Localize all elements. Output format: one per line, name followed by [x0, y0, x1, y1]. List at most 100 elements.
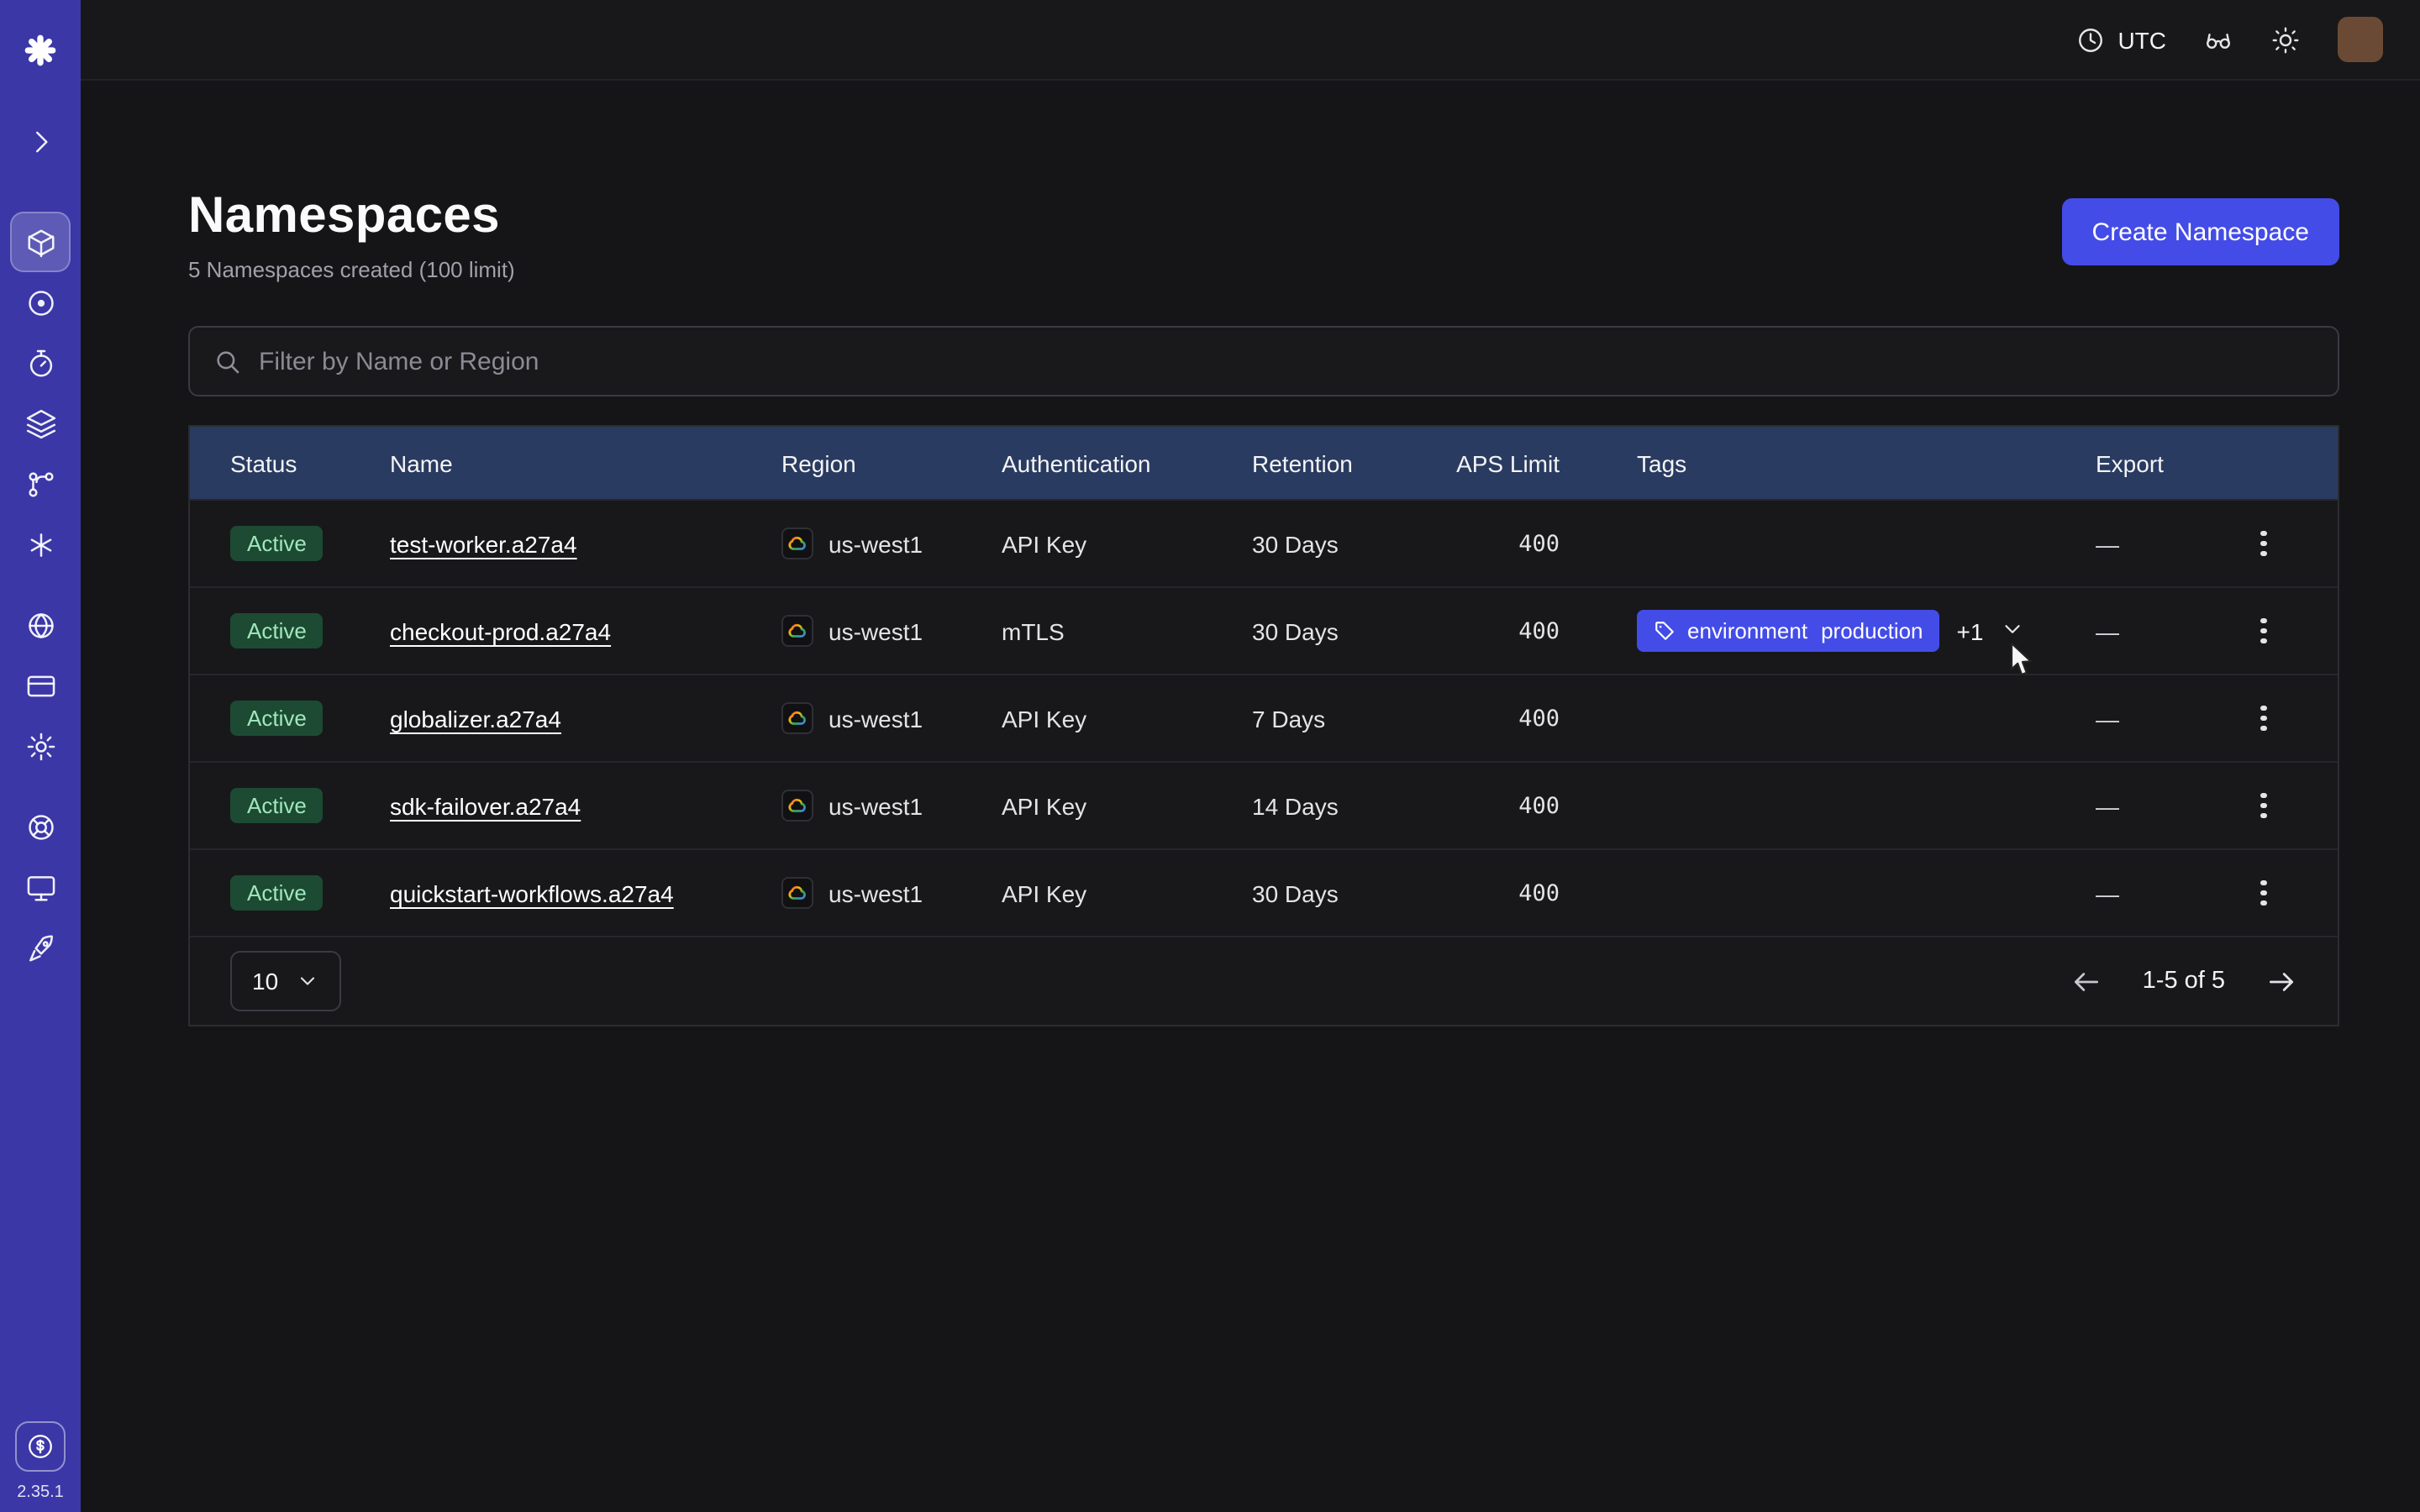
page-size-select[interactable]: 10: [230, 951, 340, 1011]
timezone-label: UTC: [2118, 26, 2166, 53]
auth-label: API Key: [1002, 530, 1252, 557]
gcp-icon: [781, 790, 813, 822]
col-name: Name: [390, 449, 781, 476]
avatar[interactable]: [2338, 17, 2383, 62]
timezone-selector[interactable]: UTC: [2075, 24, 2166, 55]
kebab-menu-button[interactable]: [2251, 521, 2277, 567]
col-tags: Tags: [1637, 449, 2096, 476]
tag-key: environment: [1687, 618, 1807, 643]
sidebar-item-target-icon[interactable]: [10, 272, 71, 333]
arrow-left-icon: [2070, 965, 2102, 997]
retention-label: 14 Days: [1252, 792, 1445, 819]
status-badge: Active: [230, 613, 324, 648]
sidebar-item-asterisk-icon[interactable]: [10, 514, 71, 575]
status-badge: Active: [230, 526, 324, 561]
sidebar-item-billing-card-icon[interactable]: [10, 655, 71, 716]
app-root: 2.35.1 UTC Namespaces 5 Namespaces creat…: [0, 0, 2420, 1512]
col-aps-limit: APS Limit: [1445, 449, 1637, 476]
chevron-down-icon[interactable]: [2000, 616, 2025, 646]
sidebar-item-terminal-monitor-icon[interactable]: [10, 857, 71, 917]
create-namespace-button[interactable]: Create Namespace: [2062, 198, 2339, 265]
table-footer: 10 1-5 of 5: [190, 936, 2338, 1025]
more-tags[interactable]: +1: [1957, 617, 1984, 644]
gcp-icon: [781, 877, 813, 909]
retention-label: 7 Days: [1252, 705, 1445, 732]
tag-chip[interactable]: environment production: [1637, 610, 1940, 652]
sidebar-expand-chevron-icon[interactable]: [10, 111, 71, 171]
retention-label: 30 Days: [1252, 879, 1445, 906]
main-content: Namespaces 5 Namespaces created (100 lim…: [81, 81, 2420, 1512]
aps-limit-value: 400: [1445, 705, 1637, 732]
theme-toggle-sun-icon[interactable]: [2270, 24, 2301, 55]
status-badge: Active: [230, 875, 324, 911]
namespace-link[interactable]: sdk-failover.a27a4: [390, 792, 581, 819]
tag-icon: [1654, 620, 1676, 642]
temporal-logo-icon[interactable]: [10, 20, 71, 81]
auth-label: API Key: [1002, 792, 1252, 819]
col-export: Export: [2096, 449, 2230, 476]
namespace-link[interactable]: quickstart-workflows.a27a4: [390, 879, 674, 906]
sidebar-item-support-lifebuoy-icon[interactable]: [10, 796, 71, 857]
sidebar-item-workflow-branch-icon[interactable]: [10, 454, 71, 514]
retention-label: 30 Days: [1252, 530, 1445, 557]
next-page-button[interactable]: [2265, 965, 2297, 997]
export-value: —: [2096, 617, 2230, 644]
region-label: us-west1: [829, 530, 923, 557]
table-row: Active test-worker.a27a4 us-west1 API Ke…: [190, 499, 2338, 586]
region-label: us-west1: [829, 792, 923, 819]
gcp-icon: [781, 615, 813, 647]
export-value: —: [2096, 879, 2230, 906]
auth-label: API Key: [1002, 705, 1252, 732]
sidebar: 2.35.1: [0, 0, 81, 1512]
region-label: us-west1: [829, 617, 923, 644]
page-title: Namespaces: [188, 188, 515, 245]
kebab-menu-button[interactable]: [2251, 783, 2277, 829]
usage-dollar-icon[interactable]: [15, 1421, 66, 1472]
kebab-menu-button[interactable]: [2251, 696, 2277, 742]
col-region: Region: [781, 449, 1002, 476]
auth-label: mTLS: [1002, 617, 1252, 644]
kebab-menu-button[interactable]: [2251, 608, 2277, 654]
status-badge: Active: [230, 788, 324, 823]
arrow-right-icon: [2265, 965, 2297, 997]
glasses-icon[interactable]: [2203, 24, 2233, 55]
col-status: Status: [230, 449, 390, 476]
table-row: Active checkout-prod.a27a4 us-west1 mTLS…: [190, 586, 2338, 674]
aps-limit-value: 400: [1445, 792, 1637, 819]
table-header: Status Name Region Authentication Retent…: [190, 427, 2338, 499]
namespace-link[interactable]: checkout-prod.a27a4: [390, 617, 611, 644]
namespaces-table: Status Name Region Authentication Retent…: [188, 425, 2339, 1026]
sidebar-item-namespaces-cube-icon[interactable]: [10, 212, 71, 272]
export-value: —: [2096, 705, 2230, 732]
sidebar-item-layers-icon[interactable]: [10, 393, 71, 454]
col-authentication: Authentication: [1002, 449, 1252, 476]
retention-label: 30 Days: [1252, 617, 1445, 644]
app-version: 2.35.1: [17, 1483, 64, 1502]
sidebar-item-settings-gear-icon[interactable]: [10, 716, 71, 776]
table-row: Active sdk-failover.a27a4 us-west1 API K…: [190, 761, 2338, 848]
export-value: —: [2096, 530, 2230, 557]
gcp-icon: [781, 702, 813, 734]
previous-page-button[interactable]: [2070, 965, 2102, 997]
topbar: UTC: [81, 0, 2420, 81]
sidebar-item-rocket-icon[interactable]: [10, 917, 71, 978]
search-icon: [213, 347, 242, 375]
sidebar-item-globe-icon[interactable]: [10, 595, 71, 655]
auth-label: API Key: [1002, 879, 1252, 906]
sidebar-item-timer-icon[interactable]: [10, 333, 71, 393]
region-label: us-west1: [829, 705, 923, 732]
namespace-link[interactable]: globalizer.a27a4: [390, 705, 561, 732]
region-label: us-west1: [829, 879, 923, 906]
namespace-link[interactable]: test-worker.a27a4: [390, 530, 577, 557]
filter-searchbar: [188, 326, 2339, 396]
table-row: Active globalizer.a27a4 us-west1 API Key…: [190, 674, 2338, 761]
kebab-menu-button[interactable]: [2251, 870, 2277, 916]
pagination-range: 1-5 of 5: [2143, 968, 2225, 995]
page-size-value: 10: [252, 968, 278, 995]
filter-input[interactable]: [259, 347, 2314, 375]
aps-limit-value: 400: [1445, 530, 1637, 557]
clock-icon: [2075, 24, 2106, 55]
table-row: Active quickstart-workflows.a27a4 us-wes…: [190, 848, 2338, 936]
page-subtitle: 5 Namespaces created (100 limit): [188, 257, 515, 282]
tag-value: production: [1821, 618, 1923, 643]
